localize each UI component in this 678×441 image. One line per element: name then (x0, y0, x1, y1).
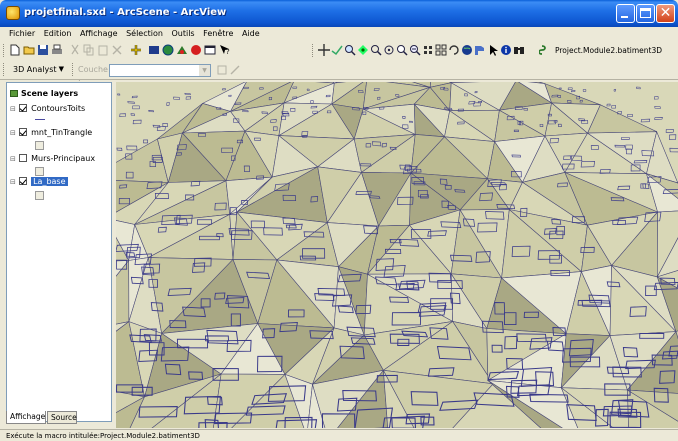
layer-visibility-checkbox[interactable] (18, 104, 27, 112)
toolbar-grip[interactable] (3, 63, 6, 76)
menu-fenetre[interactable]: Fenêtre (202, 27, 234, 41)
full-extent-icon[interactable] (435, 44, 447, 56)
globe-view-icon[interactable] (461, 44, 473, 56)
layer-row-la-base[interactable]: ⊟ La_base (10, 176, 68, 187)
new-document-icon[interactable] (9, 44, 21, 56)
layer-visibility-checkbox[interactable] (18, 128, 27, 136)
table-of-contents: Scene layers ⊟ ContoursToits ⊟ mnt_TinTr… (6, 82, 112, 422)
zoom-to-target-icon[interactable] (370, 44, 382, 56)
select-arrow-icon[interactable] (487, 44, 499, 56)
delete-icon (111, 44, 123, 56)
layer-name[interactable]: La_base (31, 177, 68, 186)
layer-select[interactable]: ▼ (109, 64, 211, 77)
toolbar-grip[interactable] (312, 44, 315, 57)
standard-toolbar: ? Project.Module2.batiment3D (0, 41, 678, 60)
zoom-in-out-icon[interactable] (396, 44, 408, 56)
layer-visibility-checkbox[interactable] (18, 154, 27, 162)
3d-analyst-label: 3D Analyst (13, 65, 57, 74)
fly-icon[interactable] (331, 44, 343, 56)
menu-selection[interactable]: Sélection (125, 27, 164, 41)
add-data-icon[interactable] (130, 44, 142, 56)
print-icon[interactable] (51, 44, 63, 56)
zoom-out-icon[interactable] (409, 44, 421, 56)
set-observer-icon[interactable] (383, 44, 395, 56)
steepest-path-icon (229, 64, 241, 76)
layer-row-murs-principaux[interactable]: ⊟ Murs-Principaux (10, 153, 95, 164)
menu-affichage[interactable]: Affichage (79, 27, 119, 41)
paste-icon (97, 44, 109, 56)
chevron-down-icon[interactable]: ▼ (199, 65, 210, 76)
toolbar-separator (72, 63, 75, 76)
tab-source[interactable]: Source (47, 411, 77, 424)
contour-tool-icon (216, 64, 228, 76)
zoom-in-icon[interactable] (344, 44, 356, 56)
find-binoculars-icon[interactable] (513, 44, 525, 56)
layer-row-contourstoits[interactable]: ⊟ ContoursToits (10, 103, 85, 114)
save-icon[interactable] (37, 44, 49, 56)
copy-icon (83, 44, 95, 56)
identify-icon[interactable] (500, 44, 512, 56)
minimize-icon (621, 16, 628, 18)
collapse-icon[interactable]: ⊟ (10, 154, 16, 165)
collapse-icon[interactable]: ⊟ (10, 128, 16, 139)
menu-fichier[interactable]: Fichier (8, 27, 36, 41)
maximize-button[interactable] (636, 4, 655, 23)
collapse-icon[interactable]: ⊟ (10, 104, 16, 115)
maximize-icon (640, 8, 651, 18)
3d-analyst-menu[interactable]: 3D Analyst ▼ (10, 63, 68, 77)
navigate-icon[interactable] (318, 44, 330, 56)
scene-properties-icon[interactable] (148, 44, 160, 56)
layer-name[interactable]: Murs-Principaux (31, 154, 95, 163)
rotate-icon[interactable] (448, 44, 460, 56)
close-icon: ✕ (659, 5, 672, 21)
pan-icon[interactable] (422, 44, 434, 56)
3d-analyst-toolbar: 3D Analyst ▼ Couche : ▼ (0, 60, 678, 86)
layer-flag-icon[interactable] (474, 44, 486, 56)
layer-row-mnt-tintrangle[interactable]: ⊟ mnt_TinTrangle (10, 127, 92, 138)
window-icon[interactable] (204, 44, 216, 56)
layer-label: Couche : (78, 65, 108, 86)
window-title: projetfinal.sxd - ArcScene - ArcView (24, 7, 227, 18)
layer-name[interactable]: ContoursToits (31, 104, 85, 113)
toolbar-grip[interactable] (3, 44, 6, 57)
target-center-icon[interactable] (357, 44, 369, 56)
menu-outils[interactable]: Outils (170, 27, 195, 41)
menu-edition[interactable]: Edition (43, 27, 73, 41)
layer-visibility-checkbox[interactable] (18, 177, 27, 185)
menu-bar: Fichier Edition Affichage Sélection Outi… (0, 27, 678, 41)
svg-text:?: ? (226, 48, 230, 56)
macro-button[interactable]: Project.Module2.batiment3D (555, 45, 662, 57)
fill-symbol[interactable] (35, 167, 44, 176)
menu-aide[interactable]: Aide (241, 27, 261, 41)
collapse-icon[interactable]: ⊟ (10, 177, 16, 188)
fill-symbol[interactable] (35, 141, 44, 150)
layer-name[interactable]: mnt_TinTrangle (31, 128, 92, 137)
scene-view[interactable] (116, 82, 678, 428)
status-text: Exécute la macro intitulée:Project.Modul… (6, 432, 200, 440)
line-symbol[interactable] (35, 119, 45, 120)
help-icon[interactable]: ? (219, 44, 231, 56)
cut-icon (69, 44, 81, 56)
fill-symbol[interactable] (35, 191, 44, 200)
open-folder-icon[interactable] (23, 44, 35, 56)
record-icon[interactable] (190, 44, 202, 56)
scene-layers-header[interactable]: Scene layers (10, 89, 78, 99)
scene-layers-icon (10, 90, 18, 97)
chevron-down-icon: ▼ (58, 65, 64, 73)
close-button[interactable]: ✕ (656, 4, 675, 23)
minimize-button[interactable] (616, 4, 635, 23)
title-bar[interactable]: projetfinal.sxd - ArcScene - ArcView ✕ (0, 0, 678, 27)
animation-icon[interactable] (176, 44, 188, 56)
arcscene-app-icon (6, 6, 20, 20)
terrain-render[interactable] (116, 82, 678, 428)
tab-affichage[interactable]: Affichage (6, 411, 46, 424)
globe-icon[interactable] (162, 44, 174, 56)
status-bar: Exécute la macro intitulée:Project.Modul… (0, 429, 678, 441)
run-macro-icon[interactable] (539, 44, 551, 56)
